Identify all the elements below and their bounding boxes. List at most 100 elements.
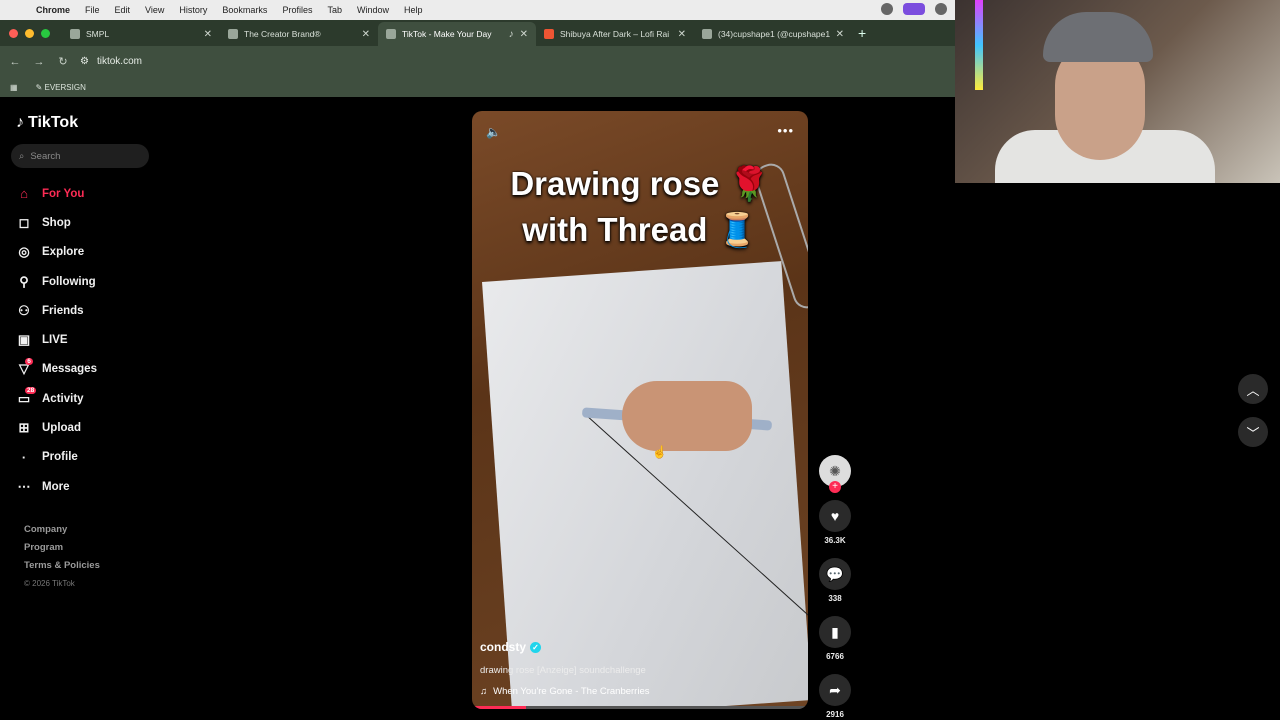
browser-tab[interactable]: The Creator Brand® ✕ <box>220 22 378 46</box>
creator-avatar[interactable]: ✺ + <box>819 455 851 493</box>
menu-tab[interactable]: Tab <box>327 5 342 15</box>
status-icon[interactable] <box>881 3 893 15</box>
bag-icon: ◻ <box>18 214 30 230</box>
heart-icon[interactable]: ♥ <box>819 500 851 532</box>
tab-close-icon[interactable]: ✕ <box>678 29 686 40</box>
sidebar-footer: Company Program Terms & Policies © 2026 … <box>24 521 100 593</box>
sidebar-item-label: Upload <box>42 422 81 435</box>
search-input[interactable]: ⌕ Search <box>11 144 149 168</box>
menu-bookmarks[interactable]: Bookmarks <box>222 5 267 15</box>
apps-grid-icon[interactable]: ▦ <box>10 83 18 92</box>
search-icon: ⌕ <box>19 150 25 162</box>
minimize-window-button[interactable] <box>25 28 34 38</box>
next-video-button[interactable]: ﹀ <box>1238 417 1268 447</box>
song-title[interactable]: When You're Gone - The Cranberries <box>493 686 649 697</box>
video-progress-fill <box>472 706 526 709</box>
sidebar-item-following[interactable]: ⚲ Following <box>16 267 97 296</box>
sidebar-item-label: Activity <box>42 392 84 405</box>
save-count: 6766 <box>826 652 844 661</box>
sidebar-nav: ⌂ For You ◻ Shop ◎ Explore ⚲ Following ⚇ Frie… <box>16 179 97 501</box>
forward-arrow-icon[interactable]: → <box>30 56 48 68</box>
like-action[interactable]: ♥ 36.3K <box>817 500 853 545</box>
sidebar-item-more[interactable]: ⋯ More <box>16 472 97 501</box>
control-center-icon[interactable] <box>935 3 947 15</box>
bookmarks-bar: ▦ ✎ EVERSIGN <box>0 77 955 97</box>
footer-link-terms[interactable]: Terms & Policies <box>24 557 100 575</box>
comment-action[interactable]: 💬 338 <box>817 558 853 603</box>
logo-text: TikTok <box>28 114 79 131</box>
notification-badge: 6 <box>25 357 33 365</box>
follow-plus-icon[interactable]: + <box>829 481 841 493</box>
comment-icon[interactable]: 💬 <box>819 558 851 590</box>
share-action[interactable]: ➦ 2916 <box>817 674 853 719</box>
sheet-icon <box>70 29 80 39</box>
plus-square-icon: ⊞ <box>18 420 30 436</box>
omnibox[interactable]: ⚙ tiktok.com <box>80 56 142 67</box>
more-options-icon[interactable]: ••• <box>777 123 794 138</box>
webcam-overlay <box>955 0 1280 183</box>
bookmark-icon[interactable]: ▮ <box>819 616 851 648</box>
menu-file[interactable]: File <box>85 5 100 15</box>
tiktok-logo[interactable]: ♪ TikTok <box>16 114 78 132</box>
close-window-button[interactable] <box>9 28 18 38</box>
tab-title: SMPL <box>86 29 110 39</box>
zoom-window-button[interactable] <box>41 28 50 38</box>
tab-close-icon[interactable]: ✕ <box>362 29 370 40</box>
sidebar-item-messages[interactable]: ▽ 6 Messages <box>16 355 97 384</box>
new-tab-button[interactable]: + <box>858 25 866 41</box>
browser-tab-active[interactable]: TikTok - Make Your Day ♪ ✕ <box>378 22 536 46</box>
menu-window[interactable]: Window <box>357 5 389 15</box>
sidebar-item-for-you[interactable]: ⌂ For You <box>16 179 97 208</box>
sidebar-item-shop[interactable]: ◻ Shop <box>16 208 97 237</box>
bookmark-item[interactable]: ✎ EVERSIGN <box>36 83 86 92</box>
sidebar-item-label: More <box>42 480 70 493</box>
sidebar-item-upload[interactable]: ⊞ Upload <box>16 413 97 442</box>
site-settings-icon[interactable]: ⚙ <box>80 56 89 67</box>
bookmark-label: EVERSIGN <box>44 82 86 92</box>
like-count: 36.3K <box>824 536 846 545</box>
video-progress-bar[interactable] <box>472 706 808 709</box>
tiktok-icon <box>702 29 712 39</box>
tab-audio-icon[interactable]: ♪ <box>509 29 514 40</box>
music-note-icon: ♫ <box>480 686 488 697</box>
sidebar-item-profile[interactable]: · Profile <box>16 443 97 472</box>
sidebar-item-activity[interactable]: ▭ 28 Activity <box>16 384 97 413</box>
share-icon[interactable]: ➦ <box>819 674 851 706</box>
video-player[interactable]: Drawing rose 🌹 with Thread 🧵 🔈 ••• conds… <box>472 111 808 709</box>
youtube-icon <box>544 29 554 39</box>
menu-help[interactable]: Help <box>404 5 423 15</box>
macos-menubar: Chrome File Edit View History Bookmarks … <box>0 0 955 20</box>
sidebar-item-explore[interactable]: ◎ Explore <box>16 238 97 267</box>
url-text[interactable]: tiktok.com <box>97 56 142 67</box>
menu-history[interactable]: History <box>179 5 207 15</box>
reload-icon[interactable]: ↻ <box>54 55 72 68</box>
volume-icon[interactable]: 🔈 <box>486 125 501 139</box>
tab-close-icon[interactable]: ✕ <box>204 29 212 40</box>
browser-tab[interactable]: Shibuya After Dark – Lofi Rai ✕ <box>536 22 694 46</box>
footer-link-company[interactable]: Company <box>24 521 100 539</box>
menu-app-name[interactable]: Chrome <box>36 5 70 15</box>
sidebar-item-label: Friends <box>42 304 84 317</box>
sidebar-item-label: Messages <box>42 363 97 376</box>
share-count: 2916 <box>826 710 844 719</box>
tab-close-icon[interactable]: ✕ <box>520 29 528 40</box>
tab-close-icon[interactable]: ✕ <box>836 29 844 40</box>
video-author[interactable]: condsty ✓ <box>480 640 542 654</box>
video-song[interactable]: ♫ When You're Gone - The Cranberries <box>480 686 650 697</box>
previous-video-button[interactable]: ︿ <box>1238 374 1268 404</box>
screen-share-icon[interactable] <box>903 3 925 15</box>
menu-profiles[interactable]: Profiles <box>282 5 312 15</box>
sidebar-item-friends[interactable]: ⚇ Friends <box>16 296 97 325</box>
menu-edit[interactable]: Edit <box>115 5 131 15</box>
globe-icon <box>228 29 238 39</box>
browser-tab[interactable]: SMPL ✕ <box>62 22 220 46</box>
sidebar-item-live[interactable]: ▣ LIVE <box>16 325 97 354</box>
back-arrow-icon[interactable]: ← <box>6 56 24 68</box>
video-description: drawing rose [Anzeige] soundchallenge <box>480 665 646 676</box>
author-name[interactable]: condsty <box>480 640 526 654</box>
footer-link-program[interactable]: Program <box>24 539 100 557</box>
pointer-cursor-icon: ☝ <box>652 445 667 459</box>
browser-tab[interactable]: (34)cupshape1 (@cupshape1 ✕ <box>694 22 852 46</box>
menu-view[interactable]: View <box>145 5 164 15</box>
save-action[interactable]: ▮ 6766 <box>817 616 853 661</box>
